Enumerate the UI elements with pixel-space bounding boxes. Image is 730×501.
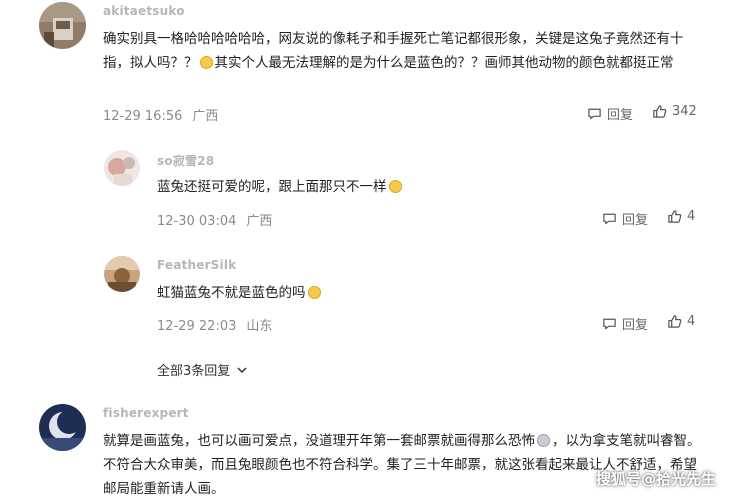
like-button[interactable]: 4 <box>667 314 695 329</box>
comment-text-part: 其实个人最无法理解的是为什么是蓝色的？？画师其他动物的颜色就都挺正常 <box>214 55 674 71</box>
avatar[interactable] <box>39 2 86 49</box>
username[interactable]: FeatherSilk <box>157 258 236 272</box>
avatar[interactable] <box>104 256 140 292</box>
comment-date: 12-30 03:04 <box>157 214 237 229</box>
comment-text: 确实别具一格哈哈哈哈哈哈，网友说的像耗子和手握死亡笔记都很形象，关键是这兔子竟然… <box>103 27 703 75</box>
reply-icon <box>588 108 601 120</box>
watermark: 搜狐号@拾光先生 <box>595 470 716 488</box>
comment-text-part: 虹猫蓝兔不就是蓝色的吗 <box>157 285 306 301</box>
comment-date: 12-29 16:56 <box>103 109 183 124</box>
like-count: 4 <box>687 209 696 224</box>
cat-emoji-icon <box>388 180 402 193</box>
expand-replies-label: 全部3条回复 <box>157 364 231 379</box>
chevron-down-icon <box>237 366 247 373</box>
thumbs-up-icon <box>668 315 682 328</box>
reply-icon <box>603 318 616 330</box>
skull-emoji-icon <box>537 434 550 447</box>
avatar[interactable] <box>39 404 86 451</box>
reply-button[interactable]: 回复 <box>602 209 648 228</box>
cat-emoji-icon <box>307 286 321 299</box>
username[interactable]: fisherexpert <box>103 406 189 420</box>
reply-button[interactable]: 回复 <box>587 104 633 123</box>
thumbs-up-icon <box>653 105 667 118</box>
comment-text: 虹猫蓝兔不就是蓝色的吗 <box>157 281 697 305</box>
comment-location: 广西 <box>246 214 273 229</box>
smile-emoji-icon <box>199 56 213 69</box>
reply-button[interactable]: 回复 <box>602 314 648 333</box>
like-button[interactable]: 4 <box>667 209 695 224</box>
username[interactable]: akitaetsuko <box>103 4 185 18</box>
like-button[interactable]: 342 <box>652 104 697 119</box>
comment-text-part: 蓝兔还挺可爱的呢，跟上面那只不一样 <box>157 179 387 195</box>
comment-location: 山东 <box>246 319 273 334</box>
reply-label: 回复 <box>622 213 649 228</box>
comment-meta: 12-30 03:04 广西 <box>157 210 272 229</box>
comment-text: 蓝兔还挺可爱的呢，跟上面那只不一样 <box>157 175 697 199</box>
reply-label: 回复 <box>607 108 634 123</box>
like-count: 4 <box>687 314 696 329</box>
reply-icon <box>603 213 616 225</box>
like-count: 342 <box>672 104 697 119</box>
comment-text-part: 就算是画蓝兔，也可以画可爱点，没道理开年第一套邮票就画得那么恐怖 <box>103 433 535 449</box>
comment-meta: 12-29 16:56 广西 <box>103 105 218 124</box>
comment-meta: 12-29 22:03 山东 <box>157 315 272 334</box>
comment-date: 12-29 22:03 <box>157 319 237 334</box>
comment-text: 就算是画蓝兔，也可以画可爱点，没道理开年第一套邮票就画得那么恐怖 ，以为拿支笔就叫… <box>103 429 703 501</box>
thumbs-up-icon <box>668 210 682 223</box>
username[interactable]: so寂雪28 <box>157 152 214 169</box>
comment-location: 广西 <box>192 109 219 124</box>
reply-label: 回复 <box>622 318 649 333</box>
expand-replies-button[interactable]: 全部3条回复 <box>157 360 248 379</box>
avatar[interactable] <box>104 150 140 186</box>
